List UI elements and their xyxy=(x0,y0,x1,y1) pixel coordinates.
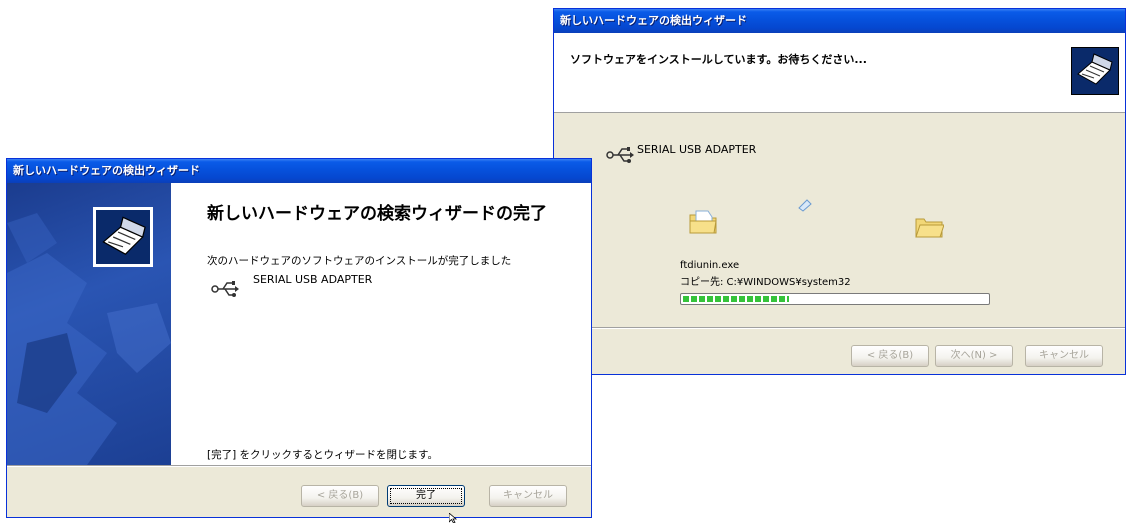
progress-separator xyxy=(554,327,1125,329)
progress-window-titlebar[interactable]: 新しいハードウェアの検出ウィザード xyxy=(554,9,1125,33)
cancel-button[interactable]: キャンセル xyxy=(489,485,567,507)
copy-destination: コピー先: C:¥WINDOWS¥system32 xyxy=(680,277,851,288)
hardware-wizard-icon xyxy=(1071,47,1119,95)
back-button[interactable]: < 戻る(B) xyxy=(851,345,929,367)
completion-separator xyxy=(7,465,591,467)
cancel-button[interactable]: キャンセル xyxy=(1025,345,1103,367)
hardware-wizard-icon xyxy=(93,207,153,267)
complete-window-titlebar[interactable]: 新しいハードウェアの検出ウィザード xyxy=(7,159,591,183)
wizard-content-panel: 新しいハードウェアの検索ウィザードの完了 次のハードウェアのソフトウェアのインス… xyxy=(171,183,591,465)
file-icon xyxy=(797,197,813,216)
completion-message: 次のハードウェアのソフトウェアのインストールが完了しました xyxy=(207,255,512,267)
usb-icon xyxy=(211,279,239,304)
install-progress-window: 新しいハードウェアの検出ウィザード ソフトウェアをインストールしています。お待ち… xyxy=(553,8,1126,375)
wizard-complete-window: 新しいハードウェアの検出ウィザード 新しいハードウェアの検索ウィザードの完了 次… xyxy=(6,158,592,518)
usb-icon xyxy=(606,145,634,170)
completion-device-name: SERIAL USB ADAPTER xyxy=(253,273,373,286)
progress-body: SERIAL USB ADAPTER ftdiunin.exe コピー先: C:… xyxy=(554,113,1125,325)
install-progress-bar xyxy=(680,293,990,305)
progress-window-header: ソフトウェアをインストールしています。お待ちください... xyxy=(554,33,1125,113)
finish-instruction: [完了] をクリックするとウィザードを閉じます。 xyxy=(207,449,438,461)
finish-button[interactable]: 完了 xyxy=(387,485,465,507)
back-button[interactable]: < 戻る(B) xyxy=(301,485,379,507)
source-folder-icon xyxy=(688,209,718,239)
progress-device-name: SERIAL USB ADAPTER xyxy=(637,143,757,156)
next-button[interactable]: 次へ(N) > xyxy=(935,345,1013,367)
destination-folder-icon xyxy=(914,213,945,243)
copy-file-name: ftdiunin.exe xyxy=(680,260,740,271)
progress-header-title: ソフトウェアをインストールしています。お待ちください... xyxy=(570,53,867,66)
install-progress-fill xyxy=(683,296,789,302)
wizard-side-panel xyxy=(7,183,171,465)
completion-heading: 新しいハードウェアの検索ウィザードの完了 xyxy=(207,204,547,224)
